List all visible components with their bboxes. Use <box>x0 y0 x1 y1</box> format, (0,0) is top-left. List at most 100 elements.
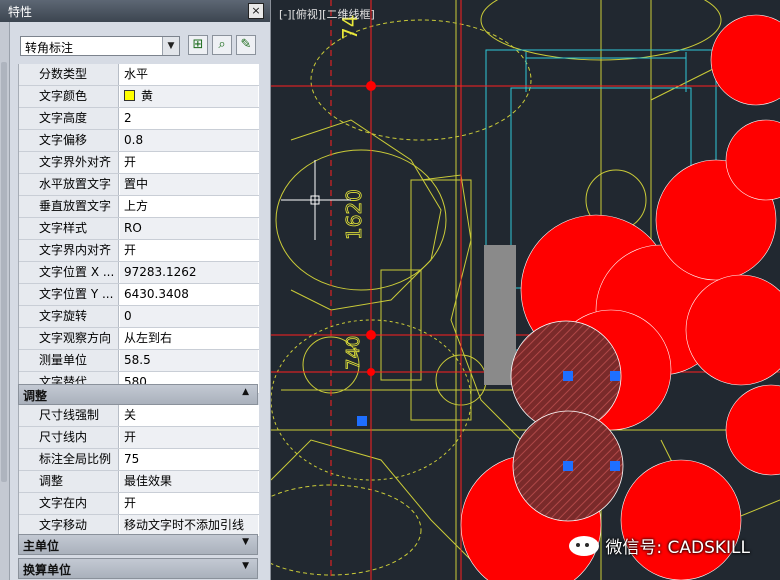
color-swatch-icon <box>124 90 135 101</box>
property-row[interactable]: 文字位置 X ... 97283.1262 <box>19 262 259 284</box>
wechat-icon <box>569 536 600 556</box>
object-type-value: 转角标注 <box>25 41 74 55</box>
watermark-text: 微信号: CADSKILL <box>605 538 750 558</box>
section-primary-units-label: 主单位 <box>23 539 60 553</box>
section-alt-units-header[interactable]: 换算单位 ▼ <box>18 558 258 579</box>
viewport-controls-label[interactable]: [-][俯视][二维线框] <box>279 6 375 22</box>
property-value[interactable]: 水平 <box>120 64 258 85</box>
property-row[interactable]: 文字位置 Y ... 6430.3408 <box>19 284 259 306</box>
quick-select-icon: ⌕ <box>218 37 226 52</box>
visual-style[interactable]: [二维线框] <box>322 8 375 21</box>
property-row[interactable]: 尺寸线内开 <box>19 427 259 449</box>
collapse-icon[interactable]: ▲ <box>242 387 249 397</box>
property-row[interactable]: 标注全局比例 75 <box>19 449 259 471</box>
property-row[interactable]: 文字高度 2 <box>19 108 259 130</box>
section-primary-units-header[interactable]: 主单位 ▼ <box>18 534 258 555</box>
expand-icon[interactable]: ▼ <box>242 561 249 571</box>
chevron-down-icon[interactable]: ▼ <box>162 37 179 55</box>
grip-handle <box>610 461 620 471</box>
drawing-viewport[interactable]: 74 1620 740 [-][俯视][二维线框] 微信号: CADSKILL <box>271 0 780 580</box>
section-alt-units-label: 换算单位 <box>23 563 72 577</box>
property-name: 文字界外对齐 <box>19 152 119 173</box>
property-row[interactable]: 文字颜色 黄 <box>19 86 259 108</box>
crosshair-cursor <box>281 160 351 240</box>
property-value[interactable]: 关 <box>120 405 258 426</box>
section-fit-label: 调整 <box>23 389 48 403</box>
property-name: 分数类型 <box>19 64 119 85</box>
section-fit-header[interactable]: 调整 ▲ <box>18 384 258 405</box>
dimension-text-740: 740 <box>343 336 364 370</box>
property-value[interactable]: 从左到右 <box>120 328 258 349</box>
palette-scrollbar[interactable] <box>0 22 10 580</box>
property-value[interactable]: RO <box>120 218 258 239</box>
viewport-menu[interactable]: [-] <box>279 8 292 21</box>
property-value[interactable]: 开 <box>120 152 258 173</box>
expand-icon[interactable]: ▼ <box>242 537 249 547</box>
property-value[interactable]: 黄 <box>120 86 258 107</box>
property-value[interactable]: 上方 <box>120 196 258 217</box>
toggle-pickadd-icon: ✎ <box>240 37 252 52</box>
property-name: 文字观察方向 <box>19 328 119 349</box>
property-value[interactable]: 0 <box>120 306 258 327</box>
property-row[interactable]: 文字观察方向 从左到右 <box>19 328 259 350</box>
property-name: 水平放置文字 <box>19 174 119 195</box>
property-row[interactable]: 文字样式 RO <box>19 218 259 240</box>
property-value[interactable]: 2 <box>120 108 258 129</box>
grip-handle <box>357 416 367 426</box>
property-value[interactable]: 0.8 <box>120 130 258 151</box>
property-value-text: 黄 <box>141 89 154 103</box>
property-value[interactable]: 开 <box>120 493 258 514</box>
palette-title-bar[interactable]: 特性 × <box>0 0 270 22</box>
property-row[interactable]: 垂直放置文字 上方 <box>19 196 259 218</box>
property-row[interactable]: 水平放置文字 置中 <box>19 174 259 196</box>
property-name: 测量单位 <box>19 350 119 371</box>
property-value[interactable]: 6430.3408 <box>120 284 258 305</box>
property-row[interactable]: 文字界外对齐开 <box>19 152 259 174</box>
property-name: 垂直放置文字 <box>19 196 119 217</box>
property-row[interactable]: 文字在内开 <box>19 493 259 515</box>
property-row[interactable]: 调整 最佳效果 <box>19 471 259 493</box>
property-name: 文字位置 Y ... <box>19 284 119 305</box>
property-row[interactable]: 文字旋转 0 <box>19 306 259 328</box>
grip-handle <box>563 461 573 471</box>
property-value[interactable]: 最佳效果 <box>120 471 258 492</box>
property-name: 文字颜色 <box>19 86 119 107</box>
property-name: 文字旋转 <box>19 306 119 327</box>
property-name: 标注全局比例 <box>19 449 119 470</box>
scrollbar-thumb[interactable] <box>1 62 7 482</box>
close-button[interactable]: × <box>248 3 264 19</box>
property-name: 文字在内 <box>19 493 119 514</box>
property-row[interactable]: 尺寸线强制关 <box>19 405 259 427</box>
grip-handle <box>610 371 620 381</box>
property-value[interactable]: 97283.1262 <box>120 262 258 283</box>
properties-palette: 特性 × 转角标注 ▼ ⊞ ⌕ ✎ 分数类型 水平 文字颜色 黄文字高度 2 文字偏移 0.… <box>0 0 271 580</box>
palette-title: 特性 <box>8 5 33 19</box>
property-row[interactable]: 文字界内对齐开 <box>19 240 259 262</box>
property-name: 文字高度 <box>19 108 119 129</box>
property-value[interactable]: 开 <box>120 427 258 448</box>
view-orientation[interactable]: [俯视] <box>292 8 323 21</box>
property-row[interactable]: 测量单位 58.5 <box>19 350 259 372</box>
property-row[interactable]: 分数类型 水平 <box>19 64 259 86</box>
wechat-watermark: 微信号: CADSKILL <box>569 533 750 558</box>
property-row[interactable]: 文字偏移 0.8 <box>19 130 259 152</box>
property-name: 文字移动 <box>19 515 119 536</box>
object-type-select[interactable]: 转角标注 ▼ <box>20 36 180 56</box>
property-name: 文字样式 <box>19 218 119 239</box>
gray-region <box>484 245 516 385</box>
property-value[interactable]: 58.5 <box>120 350 258 371</box>
property-value[interactable]: 75 <box>120 449 258 470</box>
grip-handle <box>563 371 573 381</box>
property-grid-text: 分数类型 水平 文字颜色黄文字高度 2 文字偏移 0.8 文字界外对齐开水平放置文字 置中 垂直… <box>18 64 259 394</box>
drawing-canvas[interactable]: 74 1620 740 <box>271 0 780 580</box>
property-name: 尺寸线内 <box>19 427 119 448</box>
property-value[interactable]: 置中 <box>120 174 258 195</box>
select-objects-button[interactable]: ⊞ <box>188 35 208 55</box>
property-name: 文字界内对齐 <box>19 240 119 261</box>
property-name: 尺寸线强制 <box>19 405 119 426</box>
select-objects-icon: ⊞ <box>192 37 204 52</box>
property-value[interactable]: 开 <box>120 240 258 261</box>
quick-select-button[interactable]: ⌕ <box>212 35 232 55</box>
toggle-pickadd-button[interactable]: ✎ <box>236 35 256 55</box>
property-value[interactable]: 移动文字时不添加引线 <box>120 515 258 536</box>
